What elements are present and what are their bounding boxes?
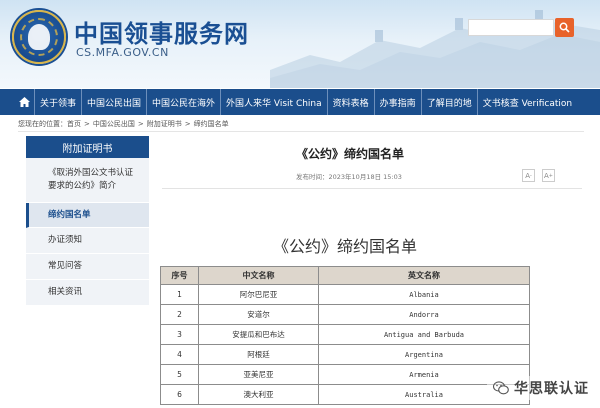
table-row: 6 澳大利亚 Australia: [160, 384, 530, 405]
publish-time: 发布时间：2023年10月18日 15:03: [296, 173, 402, 181]
cell-chinese-name: 安提瓜和巴布达: [198, 324, 319, 345]
sidebar-item-news[interactable]: 相关资讯: [26, 279, 149, 306]
wechat-icon: [493, 381, 509, 395]
search-input[interactable]: [468, 19, 554, 36]
content-heading: 《公约》缔约国名单: [273, 237, 418, 256]
cell-chinese-name: 安道尔: [198, 304, 319, 325]
search-icon: [559, 22, 570, 33]
breadcrumb-outbound[interactable]: 中国公民出国: [93, 120, 135, 128]
cell-number: 2: [160, 304, 199, 325]
cell-english-name: Antigua and Barbuda: [318, 324, 530, 345]
page-title: 《公约》缔约国名单: [296, 147, 405, 161]
divider: [162, 188, 582, 189]
font-increase-button[interactable]: A +: [542, 169, 555, 182]
home-button[interactable]: [14, 89, 34, 115]
logo-emblem-icon: [28, 24, 50, 50]
cell-chinese-name: 澳大利亚: [198, 384, 319, 405]
cell-chinese-name: 亚美尼亚: [198, 364, 319, 385]
cell-english-name: Andorra: [318, 304, 530, 325]
sidebar-item-instructions[interactable]: 办证须知: [26, 228, 149, 254]
cell-number: 6: [160, 384, 199, 405]
cell-number: 1: [160, 284, 199, 305]
sidebar-item-contracting-states[interactable]: 缔约国名单: [26, 202, 149, 229]
table-row: 4 阿根廷 Argentina: [160, 344, 530, 365]
column-header-chinese-name: 中文名称: [198, 266, 319, 285]
home-icon: [18, 97, 30, 107]
search-button[interactable]: [555, 18, 574, 37]
table-header-row: 序号 中文名称 英文名称: [160, 266, 530, 285]
cell-number: 3: [160, 324, 199, 345]
cell-english-name: Argentina: [318, 344, 530, 365]
great-wall-background: [270, 10, 600, 88]
consular-logo[interactable]: [12, 10, 66, 64]
table-row: 1 阿尔巴尼亚 Albania: [160, 284, 530, 305]
table-row: 2 安道尔 Andorra: [160, 304, 530, 325]
breadcrumb-apostille[interactable]: 附加证明书: [147, 120, 182, 128]
nav-item-visit-china[interactable]: 外国人来华 Visit China: [220, 89, 327, 115]
site-header: 中国领事服务网 CS.MFA.GOV.CN: [0, 0, 600, 88]
nav-item-overseas[interactable]: 中国公民在海外: [146, 89, 220, 115]
nav-item-outbound[interactable]: 中国公民出国: [81, 89, 146, 115]
column-header-english-name: 英文名称: [318, 266, 530, 285]
site-title[interactable]: 中国领事服务网: [74, 14, 249, 49]
table-row: 5 亚美尼亚 Armenia: [160, 364, 530, 385]
cell-chinese-name: 阿尔巴尼亚: [198, 284, 319, 305]
main-nav: 关于领事 中国公民出国 中国公民在海外 外国人来华 Visit China 资料…: [0, 89, 600, 115]
watermark-text: 华思联认证: [514, 381, 589, 397]
divider: [18, 131, 584, 132]
watermark: 华思联认证: [487, 376, 595, 400]
nav-item-destination[interactable]: 了解目的地: [420, 89, 477, 115]
cell-number: 4: [160, 344, 199, 365]
sidebar-item-faq[interactable]: 常见问答: [26, 254, 149, 280]
breadcrumb-home[interactable]: 首页: [67, 120, 81, 128]
cell-number: 5: [160, 364, 199, 385]
breadcrumb-current: 缔约国名单: [193, 120, 229, 128]
cell-english-name: Albania: [318, 284, 530, 305]
nav-item-guide[interactable]: 办事指南: [373, 89, 421, 115]
nav-item-verification[interactable]: 文书核查 Verification: [476, 89, 577, 115]
nav-item-about[interactable]: 关于领事: [34, 89, 81, 115]
contracting-states-table: 序号 中文名称 英文名称 1 阿尔巴尼亚 Albania 2 安道尔 Andor…: [160, 266, 530, 405]
sidebar: 附加证明书 《取消外国公文书认证要求的公约》简介 缔约国名单 办证须知 常见问答…: [26, 136, 149, 306]
cell-chinese-name: 阿根廷: [198, 344, 319, 365]
breadcrumb: 您现在的位置：首页 > 中国公民出国 > 附加证明书 > 缔约国名单: [18, 120, 229, 128]
sidebar-item-convention-intro[interactable]: 《取消外国公文书认证要求的公约》简介: [26, 158, 149, 203]
table-row: 3 安提瓜和巴布达 Antigua and Barbuda: [160, 324, 530, 345]
breadcrumb-prefix: 您现在的位置：: [18, 120, 67, 128]
nav-item-forms[interactable]: 资料表格: [326, 89, 374, 115]
site-url: CS.MFA.GOV.CN: [76, 46, 169, 59]
column-header-number: 序号: [160, 266, 199, 285]
sidebar-heading: 附加证明书: [26, 136, 149, 158]
font-decrease-button[interactable]: A-: [522, 169, 535, 182]
